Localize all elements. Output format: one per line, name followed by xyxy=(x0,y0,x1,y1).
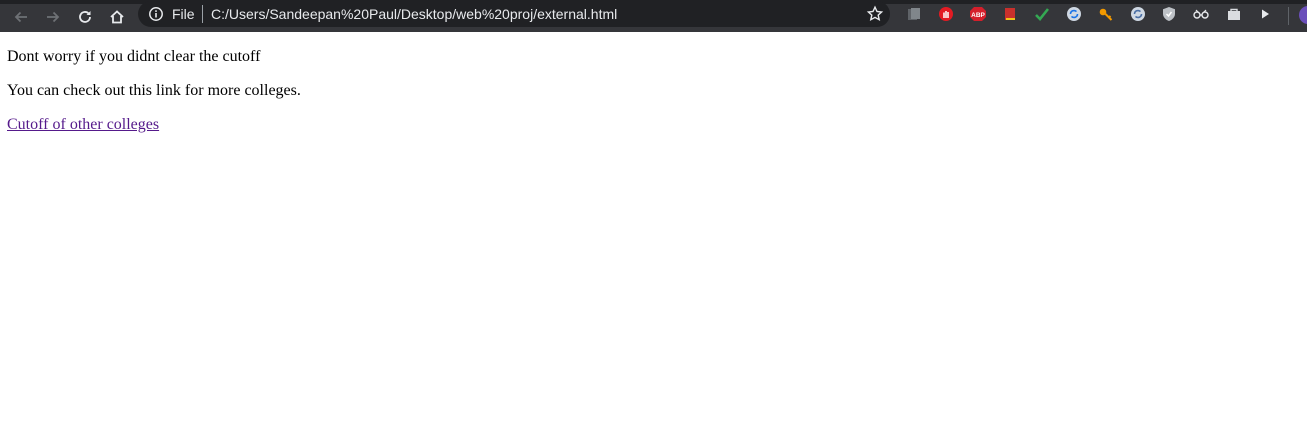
svg-text:ABP: ABP xyxy=(971,12,985,19)
forward-button[interactable] xyxy=(40,4,66,30)
address-bar[interactable]: File C:/Users/Sandeepan%20Paul/Desktop/w… xyxy=(138,1,890,27)
key-icon[interactable] xyxy=(1097,5,1115,23)
abp-icon[interactable]: ABP xyxy=(969,5,987,23)
page-content: Dont worry if you didnt clear the cutoff… xyxy=(7,32,1297,134)
home-button[interactable] xyxy=(104,4,130,30)
sync-icon[interactable] xyxy=(1065,5,1083,23)
star-icon[interactable] xyxy=(866,5,884,23)
home-icon xyxy=(110,10,124,24)
glasses-icon[interactable] xyxy=(1192,5,1210,23)
back-icon xyxy=(14,11,27,23)
shield-icon[interactable] xyxy=(1160,5,1178,23)
check-icon[interactable] xyxy=(1033,5,1051,23)
cutoff-link[interactable]: Cutoff of other colleges xyxy=(7,116,159,133)
reload-icon xyxy=(79,11,91,23)
page-line-1: Dont worry if you didnt clear the cutoff xyxy=(7,48,261,65)
link-paragraph: Cutoff of other colleges xyxy=(7,116,1297,134)
omnibox-divider xyxy=(202,5,203,23)
info-icon[interactable] xyxy=(148,6,164,22)
page-line-2: You can check out this link for more col… xyxy=(7,82,301,99)
browser-toolbar: File C:/Users/Sandeepan%20Paul/Desktop/w… xyxy=(0,0,1307,32)
url-text[interactable]: C:/Users/Sandeepan%20Paul/Desktop/web%20… xyxy=(211,5,617,23)
sync-icon-2[interactable] xyxy=(1129,5,1147,23)
book-icon[interactable] xyxy=(1001,5,1019,23)
profile-avatar[interactable] xyxy=(1299,6,1307,24)
play-icon[interactable] xyxy=(1256,5,1274,23)
forward-icon xyxy=(47,11,60,23)
toolbar-separator xyxy=(1288,7,1289,25)
scheme-label: File xyxy=(172,6,195,22)
back-button[interactable] xyxy=(8,4,34,30)
extension-icon-1[interactable] xyxy=(905,5,923,23)
bag-icon[interactable] xyxy=(1225,5,1243,23)
reload-button[interactable] xyxy=(72,4,98,30)
adblock-red-icon[interactable] xyxy=(937,5,955,23)
